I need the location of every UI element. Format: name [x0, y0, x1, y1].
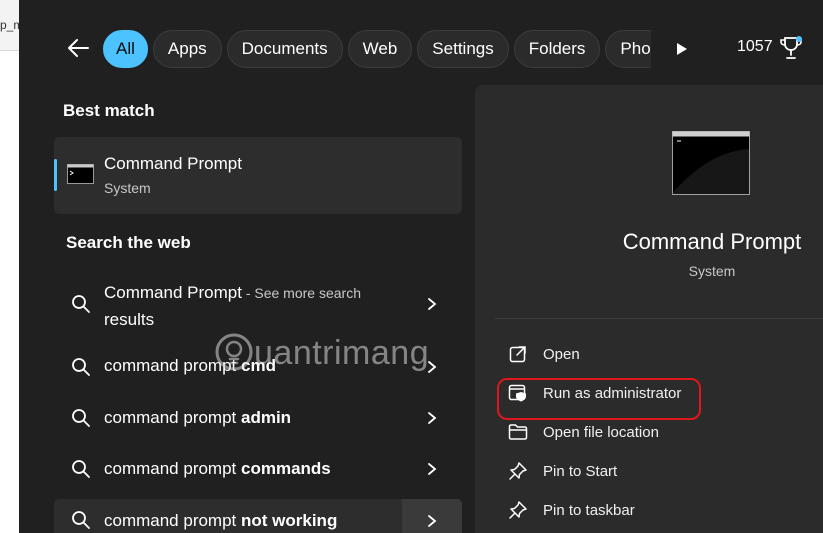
web-result-label: command prompt commands	[104, 459, 331, 479]
best-match-name: Command Prompt	[104, 154, 242, 173]
pin-icon	[507, 499, 529, 521]
command-prompt-preview-icon	[672, 131, 750, 195]
filter-web[interactable]: Web	[347, 30, 413, 68]
filter-settings[interactable]: Settings	[417, 30, 509, 68]
web-result-item[interactable]: command prompt admin	[54, 398, 462, 438]
best-match-heading: Best match	[63, 101, 155, 120]
filter-all[interactable]: All	[103, 30, 148, 68]
filter-chips: All Apps Documents Web Settings Folders …	[103, 28, 651, 70]
action-open-file-location[interactable]: Open file location	[507, 417, 807, 447]
search-icon	[72, 409, 90, 427]
web-result-item[interactable]: Command Prompt - See more search results	[54, 276, 462, 334]
rewards-trophy-icon[interactable]	[779, 35, 803, 61]
filter-photos[interactable]: Pho	[605, 30, 651, 68]
search-icon	[72, 358, 90, 376]
play-icon	[677, 43, 687, 55]
watermark-text: uantrimang	[254, 334, 430, 372]
filter-folders[interactable]: Folders	[513, 30, 601, 68]
app-subtitle: System	[688, 263, 736, 279]
watermark: uantrimang	[214, 330, 444, 378]
search-icon	[72, 460, 90, 478]
action-label: Pin to taskbar	[543, 501, 635, 519]
web-result-suffix-line2: results	[104, 310, 155, 329]
action-open[interactable]: Open	[507, 339, 807, 369]
action-pin-to-taskbar[interactable]: Pin to taskbar	[507, 495, 807, 525]
background-tab-text: p_m	[0, 18, 20, 32]
pin-icon	[507, 460, 529, 482]
back-button[interactable]	[63, 33, 93, 63]
app-details-pane: Command Prompt System Open Run as admini…	[475, 85, 823, 533]
web-result-text: command prompt	[104, 408, 241, 427]
action-label: Open	[543, 345, 580, 363]
chevron-right-icon	[428, 412, 437, 424]
filter-documents[interactable]: Documents	[226, 30, 343, 68]
best-match-type: System	[104, 180, 151, 196]
action-label: Pin to Start	[543, 462, 618, 480]
action-label: Open file location	[543, 423, 659, 441]
search-icon	[72, 511, 90, 529]
open-icon	[507, 343, 529, 365]
action-pin-to-start[interactable]: Pin to Start	[507, 456, 807, 486]
annotation-highlight-box	[497, 378, 701, 420]
background-window	[0, 0, 20, 533]
back-arrow-icon	[68, 39, 89, 57]
web-result-suffix: - See more search	[241, 285, 361, 301]
filter-apps[interactable]: Apps	[152, 30, 222, 68]
web-result-bold: commands	[241, 459, 331, 478]
web-result-item[interactable]: command prompt commands	[54, 449, 462, 489]
rewards-points: 1057	[737, 38, 773, 55]
web-result-text: command prompt	[104, 511, 241, 530]
background-tab: p_m	[0, 0, 20, 51]
start-search-panel: All Apps Documents Web Settings Folders …	[19, 0, 823, 533]
more-filters-button[interactable]	[671, 38, 693, 60]
web-result-label: Command Prompt - See more search	[104, 283, 361, 303]
web-result-text: command prompt	[104, 459, 241, 478]
web-result-item[interactable]: command prompt not working	[54, 499, 462, 533]
chevron-right-icon	[428, 463, 437, 475]
web-result-label: command prompt admin	[104, 408, 291, 428]
watermark-logo-icon	[215, 333, 253, 371]
chevron-right-icon	[428, 515, 437, 527]
search-icon	[72, 295, 90, 313]
search-web-heading: Search the web	[66, 233, 191, 252]
command-prompt-icon	[67, 164, 94, 184]
best-match-result[interactable]: Command Prompt System	[54, 137, 462, 214]
selection-indicator	[54, 159, 57, 191]
chevron-right-icon	[428, 298, 437, 310]
folder-icon	[507, 421, 529, 443]
web-result-bold: admin	[241, 408, 292, 427]
web-result-bold: not working	[241, 511, 338, 530]
search-filter-bar: All Apps Documents Web Settings Folders …	[19, 0, 823, 90]
web-result-text: Command Prompt	[104, 283, 242, 302]
app-title: Command Prompt	[622, 229, 802, 254]
divider	[495, 318, 823, 319]
web-result-label: command prompt not working	[104, 511, 337, 531]
